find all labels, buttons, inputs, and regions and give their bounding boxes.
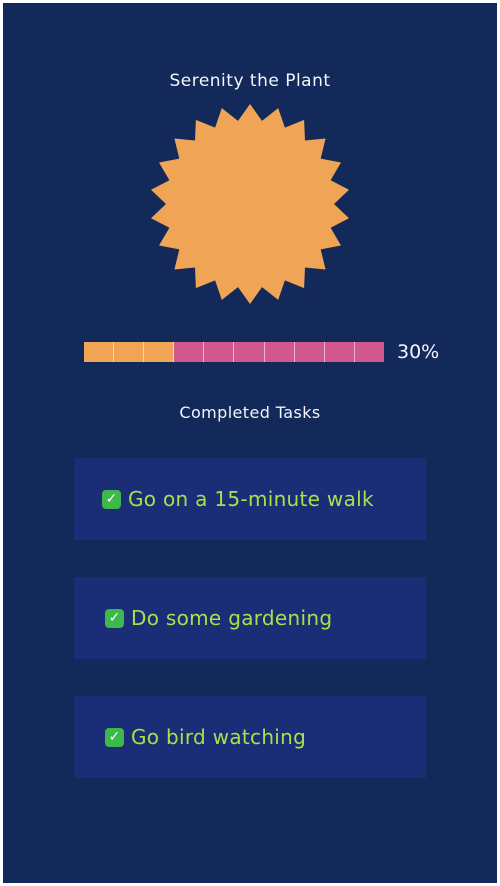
- progress-segment-remaining: [294, 342, 325, 362]
- completed-tasks-heading: Completed Tasks: [179, 403, 321, 422]
- plant-shape: [151, 104, 349, 304]
- progress-segment-done: [84, 342, 115, 362]
- progress-percent: 30%: [397, 341, 440, 363]
- plant-name: Serenity the Plant: [169, 71, 331, 91]
- app-screen: Serenity the Plant 30% Completed Tasks ✓…: [3, 3, 497, 883]
- checkbox-checked-icon: ✓: [105, 727, 124, 747]
- task-card[interactable]: ✓ Go on a 15-minute walk: [74, 458, 426, 540]
- progress-segment-done: [114, 342, 145, 362]
- task-card[interactable]: ✓ Do some gardening: [74, 577, 426, 659]
- task-label: Do some gardening: [131, 606, 333, 630]
- plant-starburst-icon[interactable]: [149, 103, 351, 305]
- progress-segment-remaining: [174, 342, 205, 362]
- task-label: Go on a 15-minute walk: [128, 487, 374, 511]
- progress-segment-remaining: [264, 342, 295, 362]
- progress-segment-remaining: [204, 342, 235, 362]
- progress-segment-remaining: [354, 342, 384, 362]
- progress-segment-remaining: [324, 342, 355, 362]
- progress-segment-done: [144, 342, 175, 362]
- checkbox-checked-icon: ✓: [105, 608, 124, 628]
- task-label: Go bird watching: [131, 725, 307, 749]
- checkbox-checked-icon: ✓: [102, 489, 121, 509]
- progress-segment-remaining: [234, 342, 265, 362]
- progress-bar: [84, 342, 384, 362]
- task-card[interactable]: ✓ Go bird watching: [74, 696, 426, 778]
